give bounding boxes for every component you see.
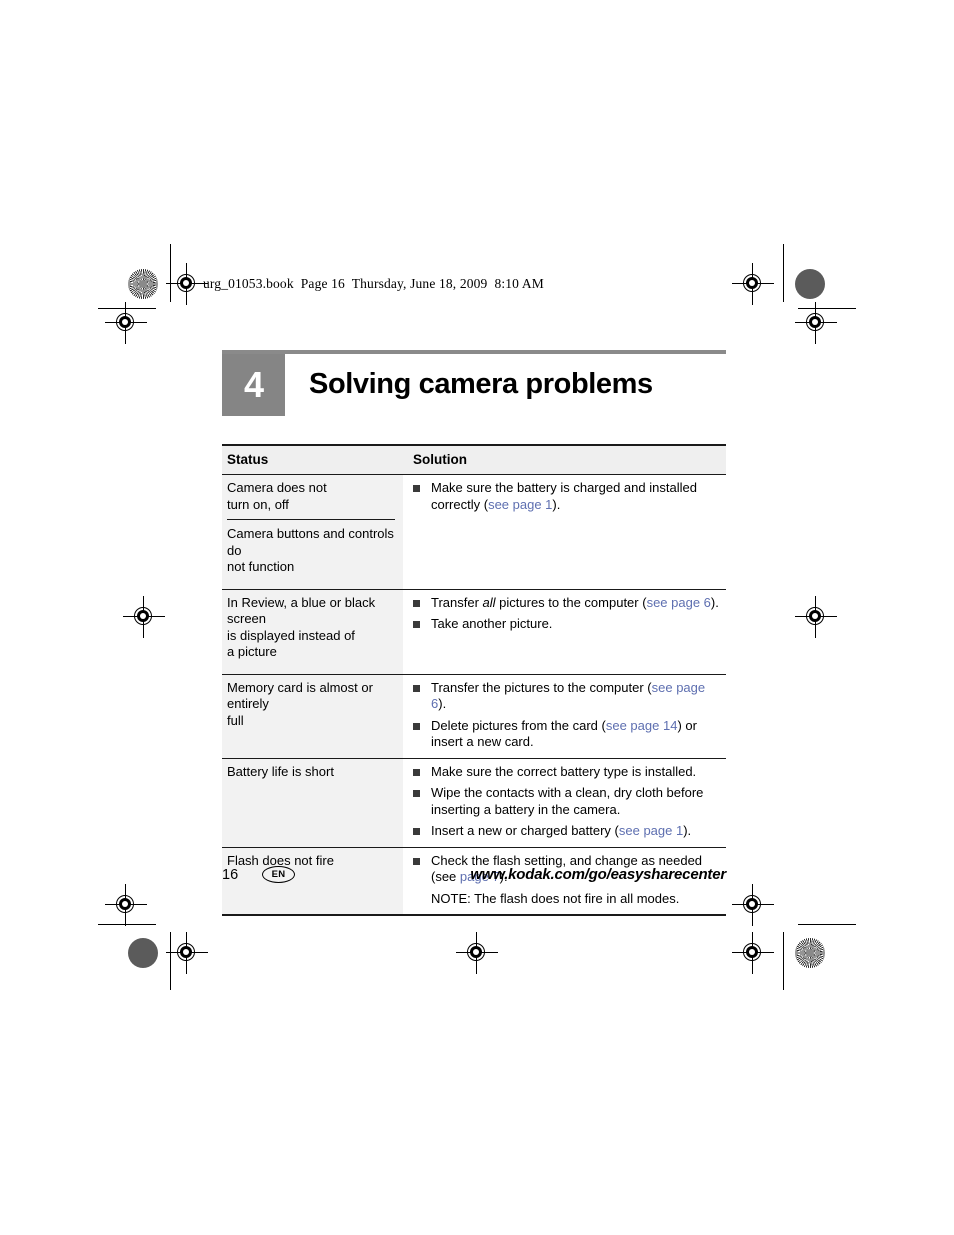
page-number: 16 <box>222 866 239 883</box>
table-header-row: Status Solution <box>222 446 726 475</box>
status-text: Camera buttons and controls do not functi… <box>227 519 395 582</box>
table-row: Camera does not turn on, off Camera button… <box>222 475 726 590</box>
bullet-square-icon <box>413 599 420 607</box>
table-row: In Review, a blue or black screen is disp… <box>222 589 726 675</box>
cross-reference-link[interactable]: see page 1 <box>488 497 552 512</box>
cell-status: Memory card is almost or entirely full <box>222 674 403 758</box>
page-title: Solving camera problems <box>309 368 653 400</box>
star-target-mark <box>128 269 158 299</box>
cell-status: Battery life is short <box>222 758 403 847</box>
bullet-text: Delete pictures from the card (see page … <box>431 717 697 750</box>
status-text: In Review, a blue or black screen is disp… <box>227 594 376 660</box>
bullet-square-icon <box>413 828 420 835</box>
cell-solution: Make sure the battery is charged and ins… <box>403 475 726 589</box>
solution-bullet: Wipe the contacts with a clean, dry clot… <box>413 785 722 818</box>
chapter-heading: 4 Solving camera problems <box>222 354 726 416</box>
language-badge: EN <box>262 866 295 883</box>
solution-bullet: Take another picture. <box>413 616 722 633</box>
solution-bullet: Transfer the pictures to the computer (s… <box>413 680 722 713</box>
registration-target <box>105 884 147 926</box>
solution-bullet: Make sure the correct battery type is in… <box>413 764 722 781</box>
table-body: Camera does not turn on, off Camera button… <box>222 475 726 914</box>
registration-target <box>166 263 208 305</box>
bullet-text: Take another picture. <box>431 616 553 631</box>
bullet-text: Insert a new or charged battery (see pag… <box>431 823 692 838</box>
registration-target <box>795 596 837 638</box>
crop-line <box>783 932 784 990</box>
footer-url: www.kodak.com/go/easysharecenter <box>470 866 726 883</box>
page-content: 4 Solving camera problems Status Solutio… <box>222 350 726 916</box>
registration-target <box>123 596 165 638</box>
bullet-square-icon <box>413 722 420 730</box>
cell-status: Camera does not turn on, off Camera button… <box>222 475 403 589</box>
solution-bullet: Transfer all pictures to the computer (s… <box>413 595 722 612</box>
solid-dot-mark <box>795 269 825 299</box>
status-text: Camera does not turn on, off <box>227 480 327 512</box>
bullet-text: Transfer the pictures to the computer (s… <box>431 679 706 712</box>
troubleshooting-table: Status Solution Camera does not turn on, … <box>222 444 726 916</box>
bullet-square-icon <box>413 485 420 492</box>
cell-status: In Review, a blue or black screen is disp… <box>222 589 403 674</box>
cell-solution: Transfer the pictures to the computer (s… <box>403 675 726 758</box>
column-header-status: Status <box>227 452 269 467</box>
status-text: Battery life is short <box>227 763 334 779</box>
solid-dot-mark <box>128 938 158 968</box>
crop-line <box>783 244 784 302</box>
registration-target <box>732 932 774 974</box>
status-text: Memory card is almost or entirely full <box>227 679 373 728</box>
page-header-filename: urg_01053.book Page 16 Thursday, June 18… <box>203 276 544 291</box>
crop-line <box>98 924 156 925</box>
registration-target <box>732 263 774 305</box>
bullet-text: Make sure the correct battery type is in… <box>431 763 697 779</box>
cross-reference-link[interactable]: see page 6 <box>647 595 711 610</box>
solution-bullet: Insert a new or charged battery (see pag… <box>413 823 722 840</box>
registration-target <box>456 932 498 974</box>
page-footer: 16 EN www.kodak.com/go/easysharecenter <box>222 866 726 883</box>
cross-reference-link[interactable]: see page 14 <box>606 718 678 733</box>
table-row: Battery life is short Make sure the corre… <box>222 758 726 848</box>
star-target-mark <box>795 938 825 968</box>
bullet-square-icon <box>413 768 420 776</box>
registration-target <box>732 884 774 926</box>
chapter-number-badge: 4 <box>222 354 285 416</box>
bullet-square-icon <box>413 621 420 628</box>
registration-target <box>105 302 147 344</box>
bullet-square-icon <box>413 684 420 692</box>
registration-target <box>166 932 208 974</box>
bullet-text: Make sure the battery is charged and ins… <box>431 480 697 512</box>
bullet-square-icon <box>413 857 420 865</box>
cross-reference-link[interactable]: see page 6 <box>431 680 705 712</box>
table-row: Memory card is almost or entirely full Tra… <box>222 674 726 759</box>
solution-bullet: Delete pictures from the card (see page … <box>413 718 722 751</box>
registration-target <box>795 302 837 344</box>
column-header-solution: Solution <box>413 452 467 467</box>
note-text: NOTE: The flash does not fire in all mod… <box>431 890 680 906</box>
cell-solution: Transfer all pictures to the computer (s… <box>403 590 726 674</box>
cell-solution: Make sure the correct battery type is in… <box>403 759 726 847</box>
bullet-square-icon <box>413 790 420 797</box>
emphasis-text: all <box>482 594 496 610</box>
bullet-text: Wipe the contacts with a clean, dry clot… <box>431 785 704 817</box>
cross-reference-link[interactable]: see page 1 <box>619 823 683 838</box>
crop-line <box>798 924 856 925</box>
bullet-text: Transfer all pictures to the computer (s… <box>431 594 719 610</box>
solution-bullet: Make sure the battery is charged and ins… <box>413 480 722 513</box>
